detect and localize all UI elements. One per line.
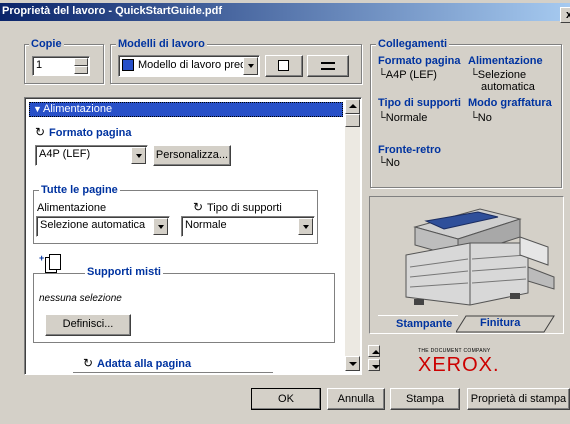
chevron-down-icon[interactable] bbox=[153, 218, 168, 235]
adatta-box-edge bbox=[73, 372, 273, 374]
collapse-arrow-icon: ▼ bbox=[33, 104, 42, 114]
save-model-button[interactable] bbox=[265, 55, 303, 77]
xerox-logo: THE DOCUMENT COMPANY XEROX. bbox=[418, 348, 500, 376]
scroll-up-button[interactable] bbox=[345, 99, 360, 114]
tab-stampante[interactable]: Stampante bbox=[378, 315, 458, 333]
tutte-label: Tutte le pagine bbox=[39, 184, 120, 196]
tipo-select[interactable]: Normale bbox=[181, 216, 315, 237]
scroll-down-arrow-icon[interactable] bbox=[368, 359, 380, 371]
link-alimentazione[interactable]: Alimentazione bbox=[468, 55, 543, 67]
mixed-media-icon: + bbox=[39, 253, 61, 275]
chevron-down-icon[interactable] bbox=[298, 218, 313, 235]
misti-status: nessuna selezione bbox=[39, 293, 122, 304]
window-title: Proprietà del lavoro - QuickStartGuide.p… bbox=[2, 5, 223, 17]
personalizza-button[interactable]: Personalizza... bbox=[153, 145, 231, 166]
formato-label: Formato pagina bbox=[49, 127, 132, 139]
model-list-button[interactable] bbox=[307, 55, 349, 77]
scroll-up-arrow-icon[interactable] bbox=[368, 345, 380, 357]
copies-input[interactable]: 1 bbox=[32, 56, 90, 76]
adatta-label: Adatta alla pagina bbox=[97, 358, 192, 370]
printer-small-icon bbox=[122, 59, 134, 71]
link-tipo-value: └Normale bbox=[378, 112, 428, 124]
job-properties-dialog: Proprietà del lavoro - QuickStartGuide.p… bbox=[0, 0, 570, 424]
chevron-down-icon[interactable] bbox=[243, 57, 258, 75]
link-graffatura-value: └No bbox=[470, 112, 492, 124]
model-select[interactable]: Modello di lavoro prede bbox=[118, 55, 260, 77]
save-icon bbox=[278, 60, 289, 71]
scroll-thumb[interactable] bbox=[345, 114, 360, 127]
panel-header[interactable]: ▼ Alimentazione bbox=[29, 102, 343, 117]
misti-label: Supporti misti bbox=[85, 266, 163, 278]
settings-panel: ▼ Alimentazione ↻ Formato pagina A4P (LE… bbox=[24, 97, 362, 375]
chevron-down-icon[interactable] bbox=[131, 147, 146, 164]
definisci-button[interactable]: Definisci... bbox=[45, 314, 131, 336]
stampa-button[interactable]: Stampa bbox=[390, 388, 460, 410]
link-formato-value: └A4P (LEF) bbox=[378, 69, 437, 81]
models-label: Modelli di lavoro bbox=[116, 38, 207, 50]
link-alimentazione-value: └Selezione bbox=[470, 69, 527, 81]
alimentazione-label: Alimentazione bbox=[37, 202, 107, 214]
refresh-icon: ↻ bbox=[35, 125, 46, 139]
printer-image-box: Stampante Finitura bbox=[369, 196, 564, 334]
close-button[interactable]: x bbox=[560, 7, 570, 23]
links-title: Collegamenti bbox=[376, 38, 450, 50]
link-alimentazione-value2: automatica bbox=[481, 81, 535, 93]
refresh-icon: ↻ bbox=[83, 356, 94, 370]
link-fronte-value: └No bbox=[378, 157, 400, 169]
list-icon bbox=[321, 62, 335, 70]
link-graffatura[interactable]: Modo graffatura bbox=[468, 97, 552, 109]
link-formato[interactable]: Formato pagina bbox=[378, 55, 461, 67]
refresh-icon: ↻ bbox=[193, 200, 204, 214]
vertical-scrollbar[interactable] bbox=[345, 99, 360, 371]
link-tipo[interactable]: Tipo di supporti bbox=[378, 97, 461, 109]
proprieta-button[interactable]: Proprietà di stampa bbox=[467, 388, 570, 410]
formato-select[interactable]: A4P (LEF) bbox=[35, 145, 148, 166]
printer-illustration bbox=[405, 208, 555, 306]
scroll-down-button[interactable] bbox=[345, 356, 360, 371]
alimentazione-select[interactable]: Selezione automatica bbox=[36, 216, 170, 237]
annulla-button[interactable]: Annulla bbox=[327, 388, 385, 410]
copies-label: Copie bbox=[29, 38, 64, 50]
panel-header-label: Alimentazione bbox=[43, 103, 113, 115]
ok-button[interactable]: OK bbox=[251, 388, 321, 410]
tipo-label: Tipo di supporti bbox=[207, 202, 282, 214]
link-fronte[interactable]: Fronte-retro bbox=[378, 144, 441, 156]
title-bar: Proprietà del lavoro - QuickStartGuide.p… bbox=[0, 3, 570, 23]
copies-spinner[interactable] bbox=[74, 58, 88, 74]
tab-finitura[interactable]: Finitura bbox=[466, 315, 546, 332]
